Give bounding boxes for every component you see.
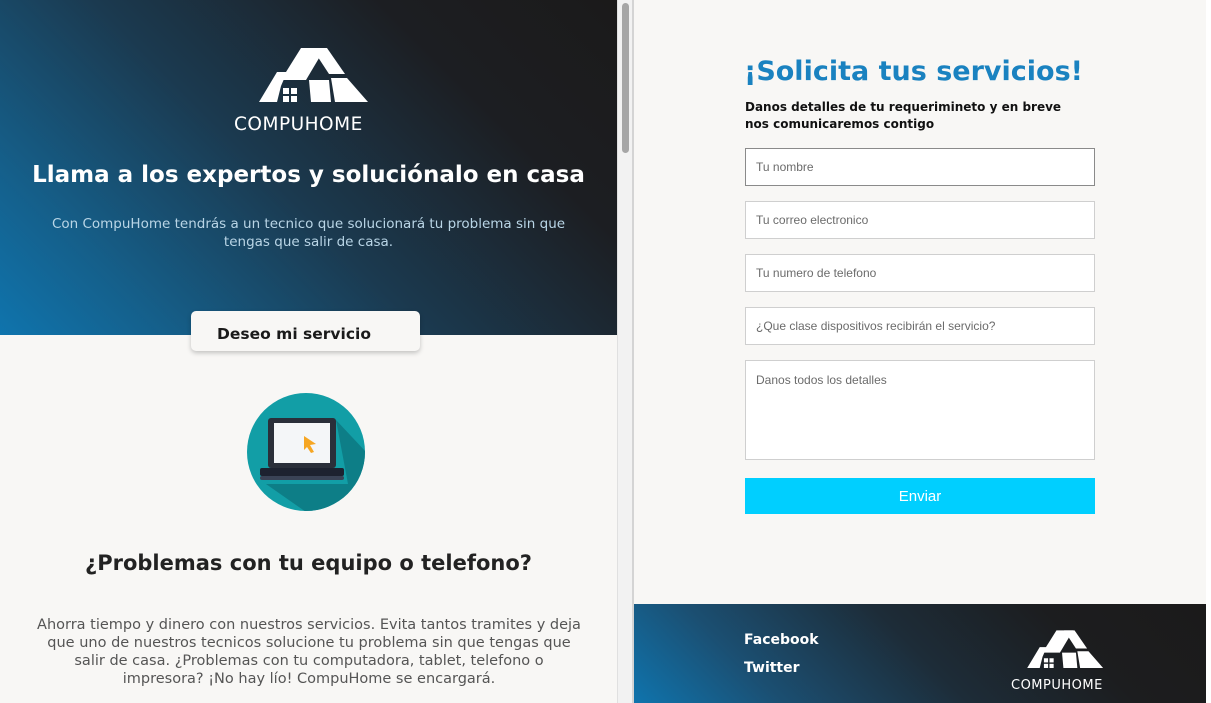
brand-wordmark: COMPUHOME	[234, 114, 363, 135]
landing-page-pane: COMPUHOME Llama a los expertos y solució…	[0, 0, 632, 703]
footer-brand-wordmark: COMPUHOME	[1011, 678, 1103, 693]
house-logo-icon	[1027, 630, 1104, 668]
phone-input[interactable]	[745, 254, 1095, 292]
form-title: ¡Solicita tus servicios!	[744, 56, 1083, 87]
hero-title: Llama a los expertos y soluciónalo en ca…	[32, 162, 585, 188]
email-input[interactable]	[745, 201, 1095, 239]
page-footer: Facebook Twitter COMPUHOME	[634, 604, 1206, 703]
twitter-link[interactable]: Twitter	[744, 660, 800, 676]
submit-button[interactable]: Enviar	[745, 478, 1095, 514]
contact-form-pane: ¡Solicita tus servicios! Danos detalles …	[634, 0, 1206, 703]
hero-banner: COMPUHOME Llama a los expertos y solució…	[0, 0, 617, 335]
house-logo-icon	[259, 48, 368, 102]
form-subtitle: Danos detalles de tu requerimineto y en …	[745, 100, 1062, 131]
window-edge	[1206, 0, 1211, 703]
scrollbar-thumb[interactable]	[622, 3, 629, 153]
request-service-button[interactable]: Deseo mi servicio	[191, 311, 420, 351]
details-textarea[interactable]	[745, 360, 1095, 460]
device-input[interactable]	[745, 307, 1095, 345]
name-input[interactable]	[745, 148, 1095, 186]
facebook-link[interactable]: Facebook	[744, 632, 819, 648]
hero-subtitle: Con CompuHome tendrás a un tecnico que s…	[51, 216, 566, 250]
page-scrollbar[interactable]	[617, 0, 632, 703]
laptop-icon	[247, 393, 365, 511]
section-title: ¿Problemas con tu equipo o telefono?	[85, 551, 532, 575]
section-body: Ahorra tiempo y dinero con nuestros serv…	[37, 617, 581, 687]
